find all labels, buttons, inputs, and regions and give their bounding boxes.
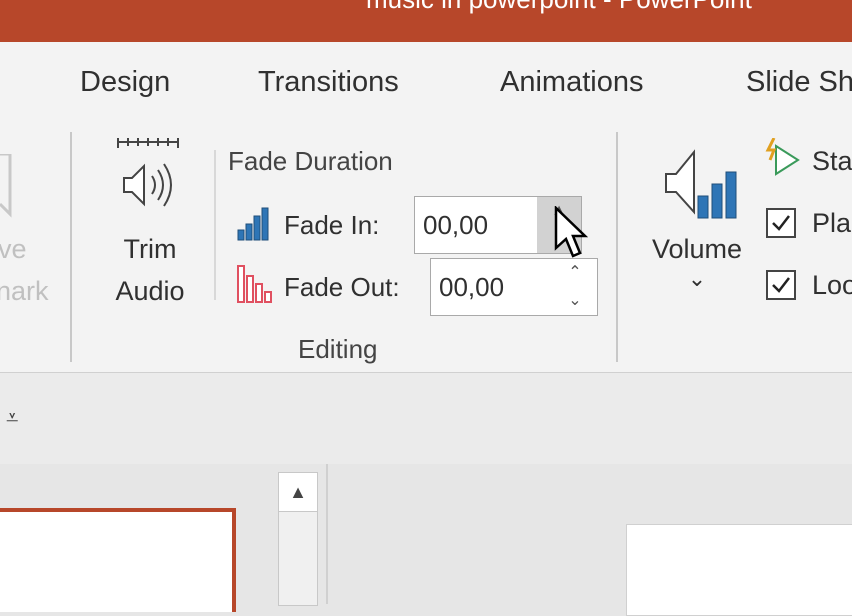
thumbnail-scrollbar[interactable]: ▲ xyxy=(278,472,318,606)
volume-button[interactable]: Volume ⌄ xyxy=(636,142,756,312)
trim-audio-icon xyxy=(117,138,179,207)
checkmark-icon xyxy=(772,277,790,293)
fade-in-up-arrow-icon[interactable]: ▲ xyxy=(537,197,581,225)
ribbon: ve nark Trim Audio Fade Duration Fade In… xyxy=(0,122,852,372)
volume-icon xyxy=(665,149,737,219)
checkmark-icon xyxy=(772,215,790,231)
bookmark-icon xyxy=(0,154,12,218)
trim-audio-label-2: Audio xyxy=(115,276,185,306)
loop-label[interactable]: Loo xyxy=(812,270,852,301)
fade-out-stepper[interactable]: ⌃ ⌄ xyxy=(553,259,597,315)
play-across-slides-label[interactable]: Pla xyxy=(812,208,851,239)
start-play-icon xyxy=(765,138,800,176)
fade-in-label: Fade In: xyxy=(284,210,380,240)
start-label[interactable]: Sta xyxy=(812,146,852,177)
fade-out-label: Fade Out: xyxy=(284,272,400,302)
remove-bookmark-label-1: ve xyxy=(0,234,27,264)
quick-access-bar: ⩡ xyxy=(0,372,852,465)
ribbon-tabs: t Design Transitions Animations Slide Sh… xyxy=(0,42,852,122)
fade-out-down-arrow-icon[interactable]: ⌄ xyxy=(553,287,597,315)
workspace: ▲ xyxy=(0,464,852,616)
fade-duration-title: Fade Duration xyxy=(228,146,393,176)
window-title: music in powerpoint - PowerPoint xyxy=(366,0,752,15)
remove-bookmark-label-2: nark xyxy=(0,276,49,306)
group-separator xyxy=(70,132,72,362)
tab-transitions[interactable]: Transitions xyxy=(258,66,399,99)
play-across-slides-checkbox[interactable] xyxy=(766,208,796,238)
loop-checkbox[interactable] xyxy=(766,270,796,300)
fade-in-spinner[interactable]: 00,00 ▲ xyxy=(414,196,582,254)
tab-animations[interactable]: Animations xyxy=(500,66,643,99)
trim-audio-label-1: Trim xyxy=(123,234,177,264)
tab-design[interactable]: Design xyxy=(80,66,170,99)
fade-out-icon xyxy=(237,265,272,303)
pane-divider xyxy=(326,464,328,604)
tab-slide-show[interactable]: Slide Show xyxy=(746,66,852,99)
slide-thumbnail[interactable] xyxy=(0,508,236,612)
fade-out-value[interactable]: 00,00 xyxy=(439,272,504,303)
slide-canvas[interactable] xyxy=(626,524,852,616)
trim-audio-button[interactable]: Trim Audio xyxy=(100,136,200,316)
scroll-up-icon[interactable]: ▲ xyxy=(279,473,317,512)
volume-chevron-icon: ⌄ xyxy=(687,266,707,291)
fade-in-icon xyxy=(237,207,269,241)
group-separator xyxy=(616,132,618,362)
group-separator xyxy=(214,150,216,300)
customize-qat-icon[interactable]: ⩡ xyxy=(6,405,18,431)
fade-out-up-arrow-icon[interactable]: ⌃ xyxy=(553,259,597,287)
fade-in-stepper[interactable]: ▲ xyxy=(537,197,581,253)
fade-in-value[interactable]: 00,00 xyxy=(423,210,488,241)
remove-bookmark-button[interactable]: ve nark xyxy=(0,150,50,330)
title-bar: music in powerpoint - PowerPoint xyxy=(0,0,852,42)
fade-in-down-arrow-icon[interactable] xyxy=(537,225,581,253)
editing-group-label: Editing xyxy=(298,334,378,364)
fade-out-spinner[interactable]: 00,00 ⌃ ⌄ xyxy=(430,258,598,316)
